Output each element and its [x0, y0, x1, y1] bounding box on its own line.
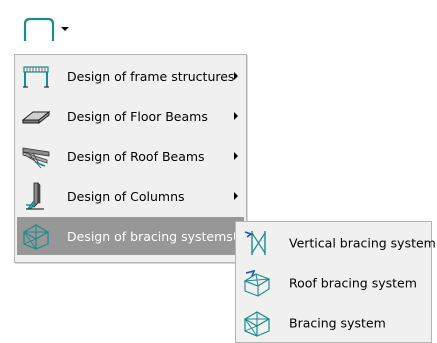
submenu-arrow-icon — [234, 192, 238, 200]
menu-item-label: Design of Columns — [67, 188, 185, 204]
bracing-systems-icon — [21, 221, 51, 251]
menu-item-floor-beams[interactable]: Design of Floor Beams — [17, 97, 244, 135]
submenu-item-bracing-system[interactable]: Bracing system — [238, 304, 429, 342]
submenu-arrow-icon — [234, 112, 238, 120]
design-split-button[interactable] — [8, 10, 84, 48]
submenu-item-roof-bracing[interactable]: Roof bracing system — [238, 264, 429, 302]
menu-item-columns[interactable]: Design of Columns — [17, 177, 244, 215]
submenu-item-label: Roof bracing system — [289, 275, 417, 291]
submenu-item-label: Vertical bracing system — [289, 235, 436, 251]
menu-item-label: Design of Floor Beams — [67, 108, 208, 124]
menu-item-label: Design of bracing systems — [67, 228, 233, 244]
submenu-item-vertical-bracing[interactable]: Vertical bracing system — [238, 224, 436, 262]
menu-item-label: Design of Roof Beams — [67, 148, 205, 164]
caret-down-icon[interactable] — [60, 25, 70, 33]
frame-arch-icon[interactable] — [22, 16, 56, 42]
design-menu: Design of frame structures Design of Flo… — [14, 54, 247, 263]
menu-item-bracing-systems[interactable]: Design of bracing systems — [17, 217, 244, 255]
submenu-arrow-icon — [234, 72, 238, 80]
frame-structure-icon — [21, 61, 51, 91]
floor-beam-icon — [21, 101, 51, 131]
bracing-submenu: Vertical bracing system Roof bracing sys… — [235, 221, 436, 343]
submenu-arrow-icon — [234, 152, 238, 160]
menu-item-label: Design of frame structures — [67, 68, 235, 84]
roof-bracing-icon — [242, 268, 272, 298]
menu-item-frame-structures[interactable]: Design of frame structures — [17, 57, 244, 95]
submenu-item-label: Bracing system — [289, 315, 386, 331]
bracing-system-icon — [242, 308, 272, 338]
menu-item-roof-beams[interactable]: Design of Roof Beams — [17, 137, 244, 175]
app-root: Design of frame structures Design of Flo… — [0, 0, 437, 343]
roof-beam-icon — [21, 141, 51, 171]
vertical-bracing-icon — [242, 228, 272, 258]
column-icon — [21, 181, 51, 211]
